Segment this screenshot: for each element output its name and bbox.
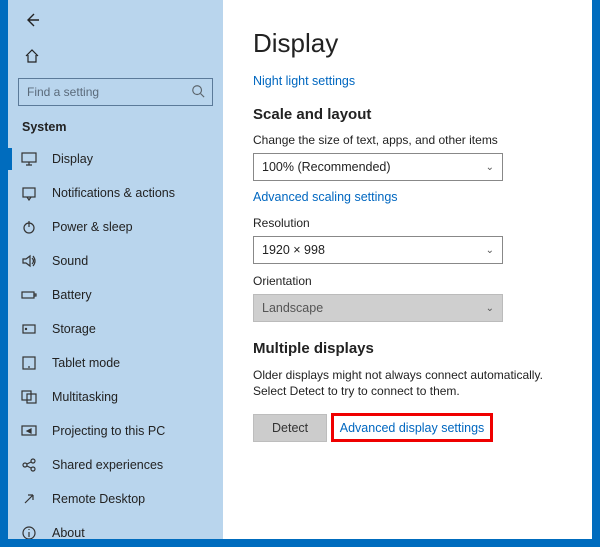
section-label: System <box>8 116 223 142</box>
sidebar-item-notify[interactable]: Notifications & actions <box>8 176 223 210</box>
remote-icon <box>20 490 38 508</box>
resolution-select[interactable]: 1920 × 998 ⌄ <box>253 236 503 264</box>
scale-heading: Scale and layout <box>253 106 568 123</box>
advanced-scaling-link[interactable]: Advanced scaling settings <box>253 190 398 204</box>
scale-select[interactable]: 100% (Recommended) ⌄ <box>253 153 503 181</box>
resolution-label: Resolution <box>253 216 568 230</box>
sidebar-item-tablet[interactable]: Tablet mode <box>8 346 223 380</box>
battery-icon <box>20 286 38 304</box>
about-icon <box>20 524 38 539</box>
arrow-left-icon <box>24 12 40 28</box>
chevron-down-icon: ⌄ <box>486 162 494 173</box>
orientation-select: Landscape ⌄ <box>253 294 503 322</box>
search-input[interactable] <box>18 78 213 106</box>
sidebar-item-storage[interactable]: Storage <box>8 312 223 346</box>
sidebar-item-label: Notifications & actions <box>52 186 175 200</box>
sidebar-item-label: About <box>52 526 85 539</box>
sidebar-item-label: Shared experiences <box>52 458 163 472</box>
sidebar-item-label: Battery <box>52 288 92 302</box>
main-pane: Display Night light settings Scale and l… <box>223 0 592 539</box>
project-icon <box>20 422 38 440</box>
sidebar-item-label: Projecting to this PC <box>52 424 165 438</box>
sidebar-item-project[interactable]: Projecting to this PC <box>8 414 223 448</box>
highlight-annotation: Advanced display settings <box>331 413 494 442</box>
sidebar-nav: Display Notifications & actions Power & sl… <box>8 142 223 539</box>
tablet-icon <box>20 354 38 372</box>
sidebar-item-label: Power & sleep <box>52 220 133 234</box>
orientation-label: Orientation <box>253 274 568 288</box>
advanced-display-link[interactable]: Advanced display settings <box>340 421 485 435</box>
multiple-heading: Multiple displays <box>253 340 568 357</box>
home-icon <box>24 48 40 64</box>
multiple-desc: Older displays might not always connect … <box>253 367 553 399</box>
search-wrap <box>18 78 213 106</box>
scale-value: 100% (Recommended) <box>262 160 391 174</box>
back-button[interactable] <box>22 10 42 30</box>
shared-icon <box>20 456 38 474</box>
sidebar-item-label: Tablet mode <box>52 356 120 370</box>
chevron-down-icon: ⌄ <box>486 245 494 256</box>
multitask-icon <box>20 388 38 406</box>
chevron-down-icon: ⌄ <box>486 303 494 314</box>
sidebar-item-sound[interactable]: Sound <box>8 244 223 278</box>
sidebar-item-label: Sound <box>52 254 88 268</box>
home-button[interactable] <box>22 46 42 66</box>
sidebar-item-label: Display <box>52 152 93 166</box>
display-icon <box>20 150 38 168</box>
scale-label: Change the size of text, apps, and other… <box>253 133 568 147</box>
resolution-value: 1920 × 998 <box>262 243 325 257</box>
sidebar-item-power[interactable]: Power & sleep <box>8 210 223 244</box>
sidebar-item-label: Remote Desktop <box>52 492 145 506</box>
page-title: Display <box>253 28 568 59</box>
sidebar: System Display Notifications & actions Pow… <box>8 0 223 539</box>
sidebar-item-multitask[interactable]: Multitasking <box>8 380 223 414</box>
detect-button[interactable]: Detect <box>253 414 327 442</box>
sidebar-item-battery[interactable]: Battery <box>8 278 223 312</box>
storage-icon <box>20 320 38 338</box>
sidebar-item-display[interactable]: Display <box>8 142 223 176</box>
power-icon <box>20 218 38 236</box>
night-light-link[interactable]: Night light settings <box>253 74 355 88</box>
notify-icon <box>20 184 38 202</box>
sidebar-item-shared[interactable]: Shared experiences <box>8 448 223 482</box>
sidebar-item-label: Multitasking <box>52 390 118 404</box>
sound-icon <box>20 252 38 270</box>
orientation-value: Landscape <box>262 301 323 315</box>
sidebar-item-label: Storage <box>52 322 96 336</box>
search-icon <box>191 84 205 98</box>
settings-window: System Display Notifications & actions Pow… <box>8 0 592 539</box>
sidebar-item-remote[interactable]: Remote Desktop <box>8 482 223 516</box>
sidebar-item-about[interactable]: About <box>8 516 223 539</box>
